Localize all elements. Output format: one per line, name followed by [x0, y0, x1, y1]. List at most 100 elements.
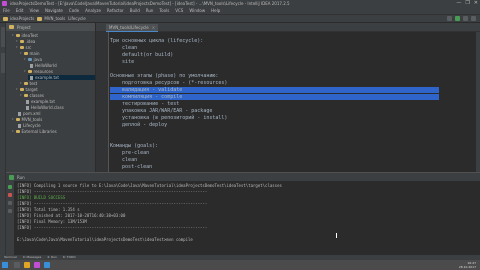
menu-view[interactable]: View — [29, 7, 39, 14]
debug-icon[interactable] — [463, 16, 468, 21]
project-panel-header: Project — [6, 23, 95, 31]
intellij-taskbar-icon[interactable] — [34, 262, 40, 268]
stop-icon[interactable] — [8, 193, 12, 197]
folder-icon — [37, 16, 43, 21]
project-tree-item[interactable]: ▾ classes — [20, 93, 95, 98]
project-tree-item[interactable]: ▾ ideaTest — [12, 33, 95, 38]
project-tree-item[interactable]: ▾ test — [20, 81, 95, 86]
expand-arrow-icon[interactable]: ▾ — [16, 87, 18, 92]
breadcrumb-item[interactable]: ideaProjects — [3, 16, 34, 21]
run-panel-title: Run — [17, 174, 25, 180]
expand-arrow-icon[interactable]: ▾ — [16, 39, 18, 44]
menu-navigate[interactable]: Navigate — [45, 7, 63, 14]
project-tree-item[interactable]: ▾ main — [20, 51, 95, 56]
maximize-button[interactable]: ❐ — [465, 0, 469, 7]
close-button[interactable]: ✕ — [474, 0, 478, 7]
menu-code[interactable]: Code — [69, 7, 79, 14]
expand-arrow-icon[interactable]: ▾ — [12, 33, 14, 38]
scroll-to-end-icon[interactable] — [8, 209, 12, 213]
breadcrumb-label: MVN_tools — [44, 16, 66, 21]
project-tree-item-label: java — [33, 57, 42, 62]
code-line: clean — [110, 157, 138, 163]
menu-help[interactable]: Help — [211, 7, 220, 14]
code-editor[interactable]: Три основных цикла (lifecycle): clean de… — [96, 32, 480, 172]
project-tree-item-label: target — [25, 87, 38, 92]
menu-bar: File Edit View Navigate Code Analyze Ref… — [0, 7, 480, 14]
expand-arrow-icon[interactable]: ▾ — [12, 129, 14, 134]
project-tree-item[interactable]: ▾ src — [16, 45, 95, 50]
file-icon — [26, 99, 29, 104]
file-icon — [30, 75, 33, 80]
structure-strip-tab[interactable] — [1, 53, 5, 73]
menu-edit[interactable]: Edit — [16, 7, 24, 14]
explorer-taskbar-icon[interactable] — [24, 262, 30, 268]
browser-taskbar-icon[interactable] — [44, 262, 50, 268]
search-icon[interactable] — [471, 16, 476, 21]
project-tree-item[interactable]: pom.xml — [16, 111, 95, 116]
run-toolbar — [6, 181, 14, 256]
project-tree-item[interactable]: HelloWorld.class — [24, 105, 95, 110]
project-tree-item[interactable]: ▾ target — [16, 87, 95, 92]
project-tree-item-label: resources — [33, 69, 53, 74]
menu-tools[interactable]: Tools — [159, 7, 169, 14]
code-line: валидация - validate — [110, 87, 183, 93]
menu-build[interactable]: Build — [130, 7, 140, 14]
project-tree-item[interactable]: example.txt — [28, 75, 95, 80]
expand-arrow-icon[interactable]: ▾ — [12, 117, 14, 122]
minimize-button[interactable]: — — [456, 0, 461, 7]
folder-icon — [23, 52, 28, 55]
folder-icon — [23, 82, 28, 85]
expand-arrow-icon[interactable]: ▾ — [20, 51, 22, 56]
breadcrumb-label: Lifecycle — [68, 16, 86, 21]
project-tree-item-label: HelloWorld.class — [31, 105, 64, 110]
project-tree-item[interactable]: ▾ resources — [24, 69, 95, 74]
clock-date: 28.10.2017 — [458, 265, 476, 269]
project-tree-item-label: main — [29, 51, 40, 56]
right-tool-strip — [476, 32, 480, 172]
menu-analyze[interactable]: Analyze — [85, 7, 101, 14]
project-tree-item[interactable]: Lifecycle — [16, 123, 95, 128]
code-line: компиляция - compile — [110, 94, 183, 100]
menu-vcs[interactable]: VCS — [175, 7, 183, 14]
pause-icon[interactable] — [8, 201, 12, 205]
expand-arrow-icon[interactable]: ▾ — [20, 81, 22, 86]
menu-window[interactable]: Window — [189, 7, 205, 14]
project-panel-title[interactable]: Project — [17, 25, 31, 30]
folder-icon — [15, 130, 20, 133]
expand-arrow-icon[interactable]: ▾ — [20, 93, 22, 98]
menu-file[interactable]: File — [3, 7, 10, 14]
code-line: site — [110, 59, 135, 65]
search-taskbar-icon[interactable] — [14, 262, 20, 268]
window-title: ideaProjectsDemoTest - [E:\Java\Code\Jav… — [10, 1, 290, 6]
breadcrumb-item[interactable]: MVN_tools — [37, 16, 65, 21]
project-tree-item[interactable]: ▾ MVN_tools — [12, 117, 95, 122]
window-controls: — ❐ ✕ — [456, 0, 478, 7]
breadcrumb-label: ideaProjects — [10, 16, 35, 21]
project-tree-item[interactable]: HelloWorld — [28, 63, 95, 68]
folder-icon — [27, 70, 32, 73]
editor-tab[interactable]: MVN_tools\Lifecycle × — [106, 24, 159, 32]
expand-arrow-icon[interactable]: ▾ — [24, 57, 26, 62]
project-tree-item-label: example.txt — [31, 99, 55, 104]
breadcrumb-item[interactable]: Lifecycle — [68, 16, 86, 21]
project-tree-item-label: test — [29, 81, 38, 86]
close-tab-icon[interactable]: × — [152, 24, 155, 32]
code-line: подготовка ресурсов - (*-resources) — [110, 80, 228, 86]
rerun-icon[interactable] — [8, 185, 12, 189]
folder-icon — [19, 46, 24, 49]
expand-arrow-icon[interactable]: ▾ — [16, 45, 18, 50]
menu-run[interactable]: Run — [146, 7, 154, 14]
code-line: pre-clean — [110, 150, 150, 156]
start-button-icon[interactable] — [2, 262, 8, 268]
project-tree-item[interactable]: ▾ .idea — [16, 39, 95, 44]
folder-icon — [19, 88, 24, 91]
menu-refactor[interactable]: Refactor — [107, 7, 124, 14]
expand-arrow-icon[interactable]: ▾ — [24, 69, 26, 74]
project-tree-item-label: MVN_tools — [21, 117, 43, 122]
project-tree-item[interactable]: example.txt — [24, 99, 95, 104]
project-strip-tab[interactable] — [1, 27, 5, 47]
run-icon[interactable] — [455, 16, 460, 21]
build-icon[interactable] — [447, 16, 452, 21]
project-tree-item[interactable]: ▾ java — [24, 57, 95, 62]
project-tree-item[interactable]: ▾ External Libraries — [12, 129, 95, 134]
